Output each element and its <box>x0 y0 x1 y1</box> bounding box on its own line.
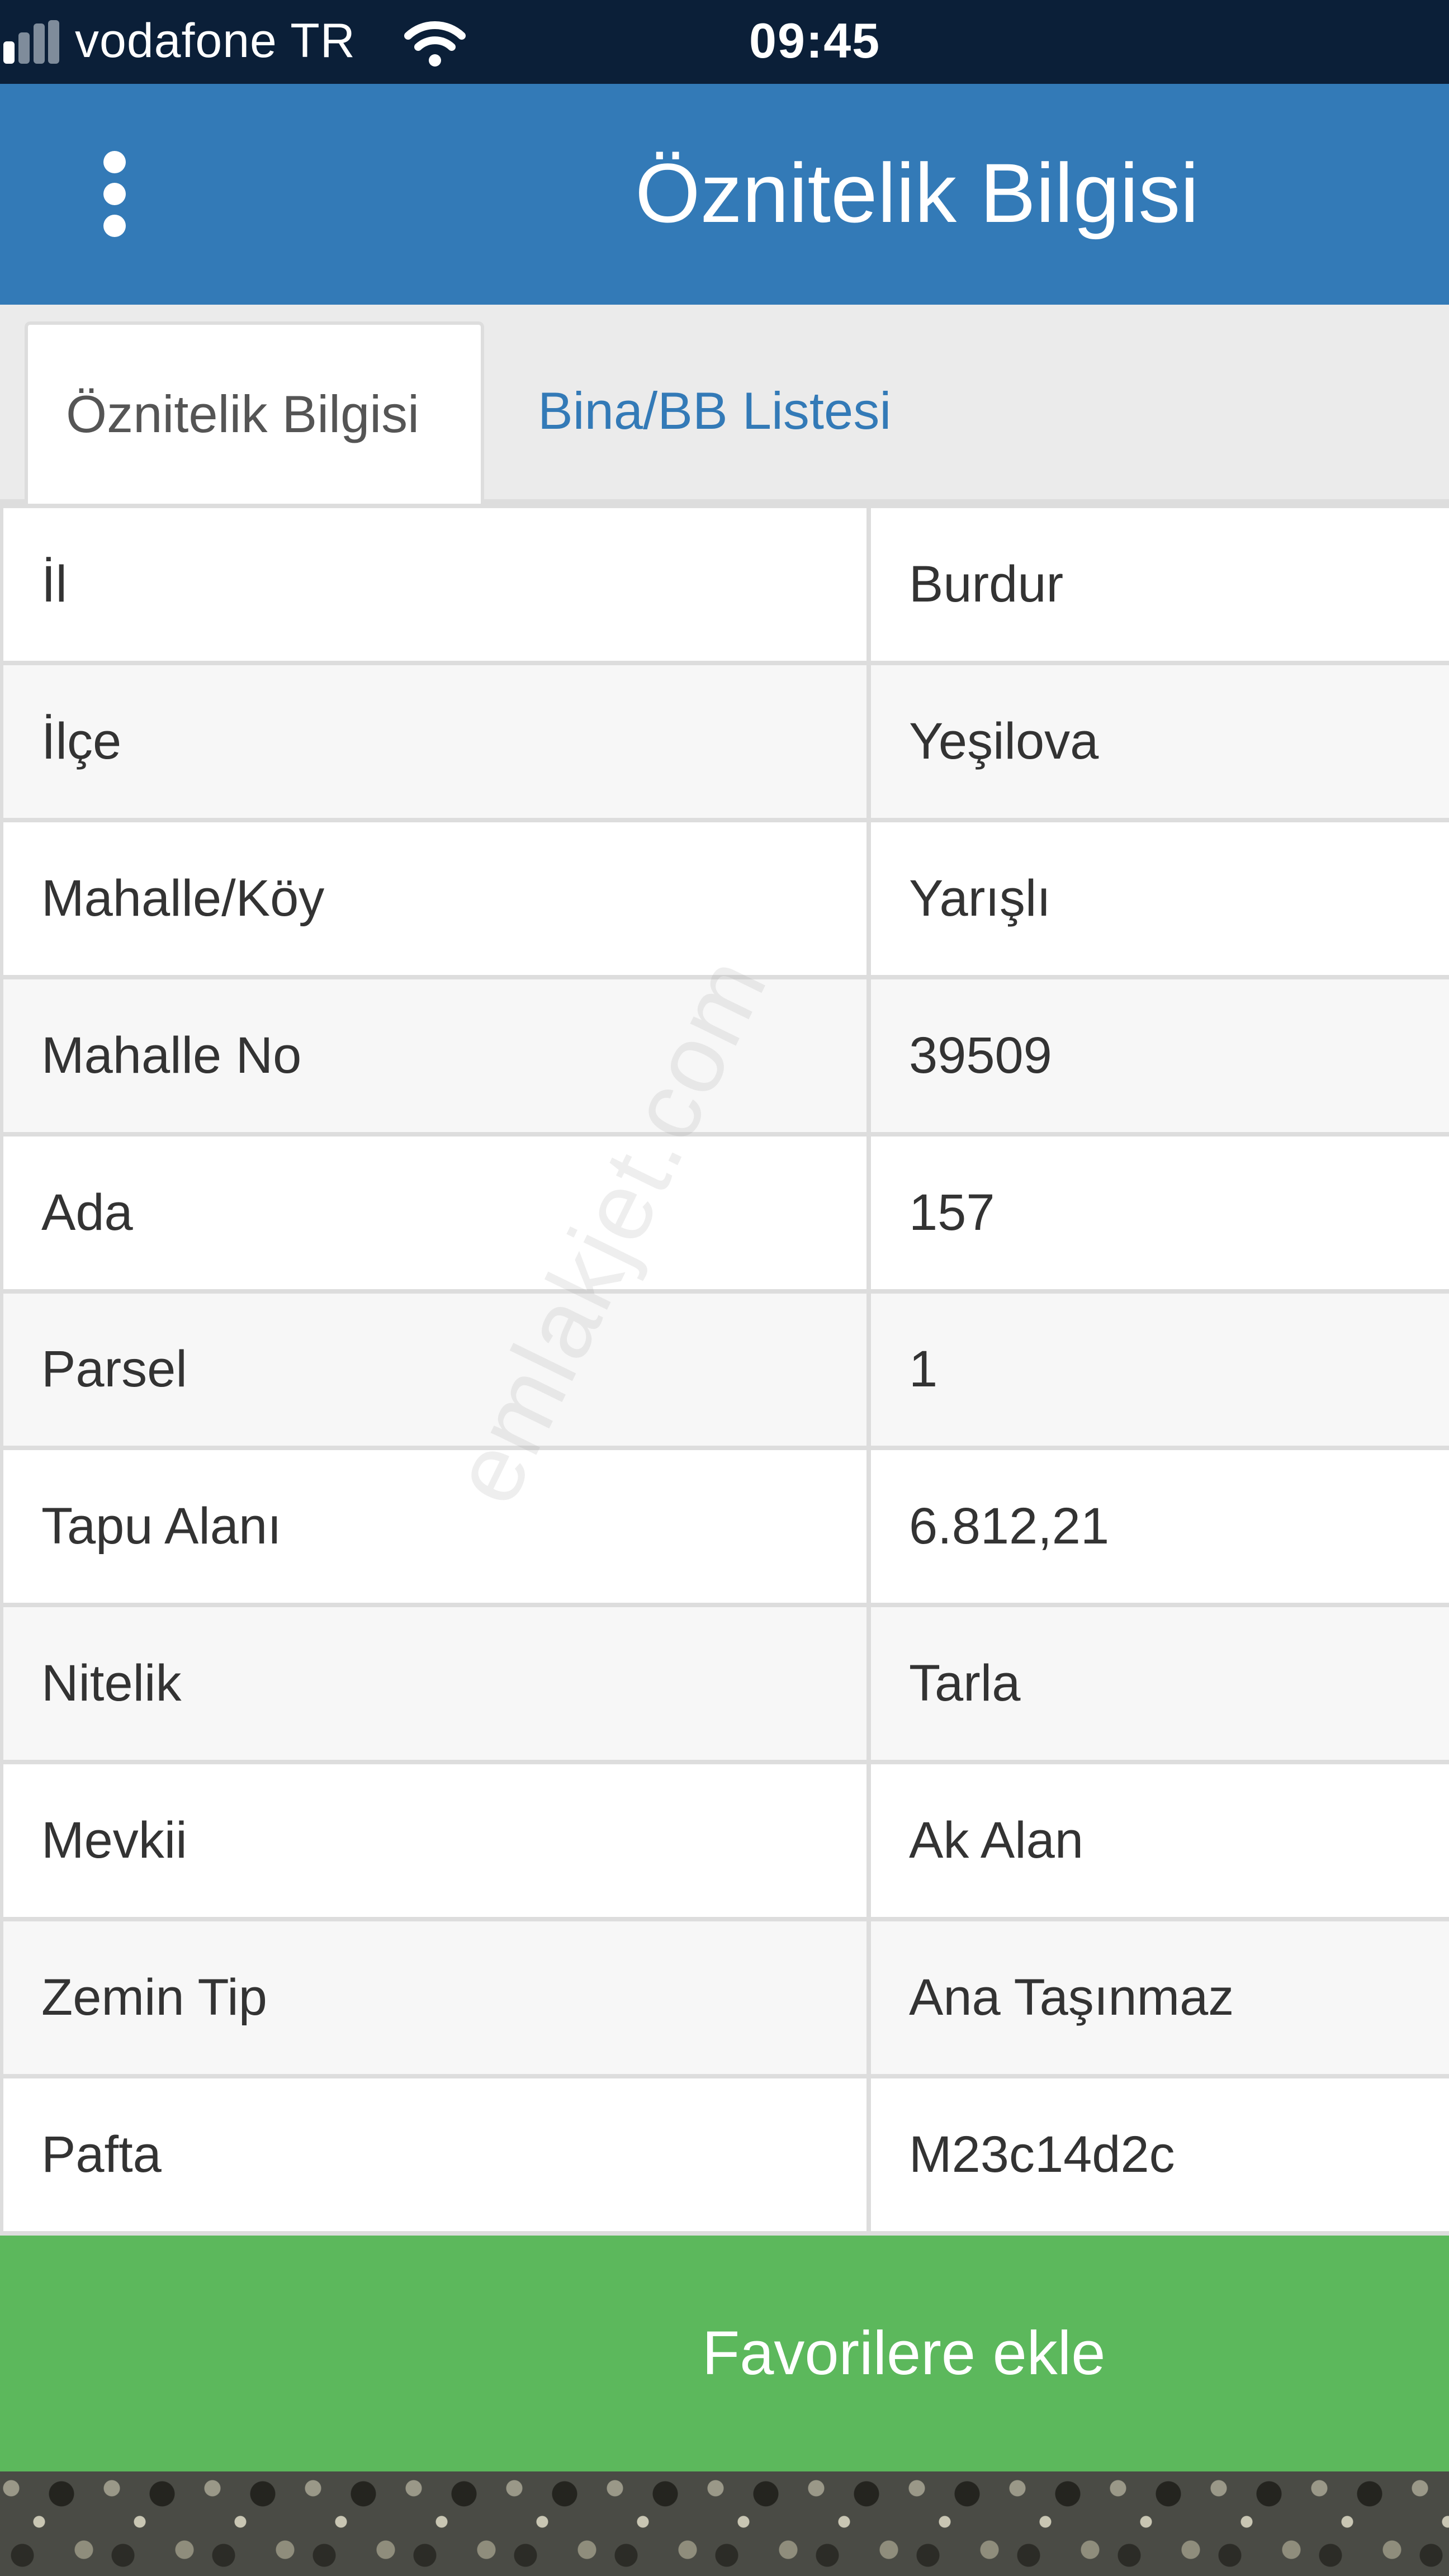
table-row: Tapu Alanı 6.812,21 <box>0 1446 1449 1608</box>
table-row: Mahalle No 39509 <box>0 974 1449 1137</box>
attribute-value: Tarla <box>866 1603 1449 1765</box>
tab-attribute-info[interactable]: Öznitelik Bilgisi <box>25 321 484 508</box>
table-row: Nitelik Tarla <box>0 1603 1449 1765</box>
attribute-value: Yarışlı <box>866 817 1449 979</box>
table-row: Ada 157 <box>0 1131 1449 1294</box>
attribute-label: Mahalle No <box>0 974 871 1137</box>
menu-dot <box>103 183 126 205</box>
attribute-value: Ak Alan <box>866 1760 1449 1922</box>
attribute-label: İlçe <box>0 660 871 822</box>
status-time: 09:45 <box>749 13 881 68</box>
status-bar: vodafone TR 09:45 <box>0 0 1449 84</box>
menu-dot <box>103 215 126 237</box>
attribute-table: İl Burdur İlçe Yeşilova Mahalle/Köy Yarı… <box>0 504 1449 2236</box>
satellite-map[interactable] <box>0 2471 1449 2576</box>
table-row: Mahalle/Köy Yarışlı <box>0 817 1449 979</box>
menu-dot <box>103 151 126 173</box>
table-row: Parsel 1 <box>0 1289 1449 1451</box>
tab-building-list[interactable]: Bina/BB Listesi <box>538 321 891 504</box>
attribute-label: Nitelik <box>0 1603 871 1765</box>
attribute-value: Ana Taşınmaz <box>866 1917 1449 2079</box>
attribute-value: Burdur <box>866 504 1449 665</box>
attribute-label: Mahalle/Köy <box>0 817 871 979</box>
table-row: İl Burdur <box>0 504 1449 665</box>
attribute-label: Zemin Tip <box>0 1917 871 2079</box>
attribute-value: 157 <box>866 1131 1449 1294</box>
attribute-label: Parsel <box>0 1289 871 1451</box>
carrier-name: vodafone TR <box>75 14 356 68</box>
table-row: Mevkii Ak Alan <box>0 1760 1449 1922</box>
wifi-icon <box>404 21 466 67</box>
attribute-value: Yeşilova <box>866 660 1449 822</box>
add-to-favorites-button[interactable]: Favorilere ekle <box>0 2236 1449 2471</box>
kebab-menu-icon[interactable] <box>84 145 145 243</box>
table-row: İlçe Yeşilova <box>0 660 1449 822</box>
tab-bar: Öznitelik Bilgisi Bina/BB Listesi <box>0 305 1449 508</box>
attribute-value: 39509 <box>866 974 1449 1137</box>
attribute-value: 1 <box>866 1289 1449 1451</box>
attribute-value: 6.812,21 <box>866 1446 1449 1608</box>
attribute-label: Ada <box>0 1131 871 1294</box>
app-header: Öznitelik Bilgisi <box>0 84 1449 305</box>
attribute-value: M23c14d2c <box>866 2074 1449 2236</box>
attribute-label: İl <box>0 504 871 665</box>
table-row: Pafta M23c14d2c <box>0 2074 1449 2236</box>
attribute-label: Tapu Alanı <box>0 1446 871 1608</box>
table-row: Zemin Tip Ana Taşınmaz <box>0 1917 1449 2079</box>
attribute-label: Pafta <box>0 2074 871 2236</box>
attribute-label: Mevkii <box>0 1760 871 1922</box>
page-title: Öznitelik Bilgisi <box>635 146 1199 240</box>
signal-bars-icon <box>3 20 59 64</box>
